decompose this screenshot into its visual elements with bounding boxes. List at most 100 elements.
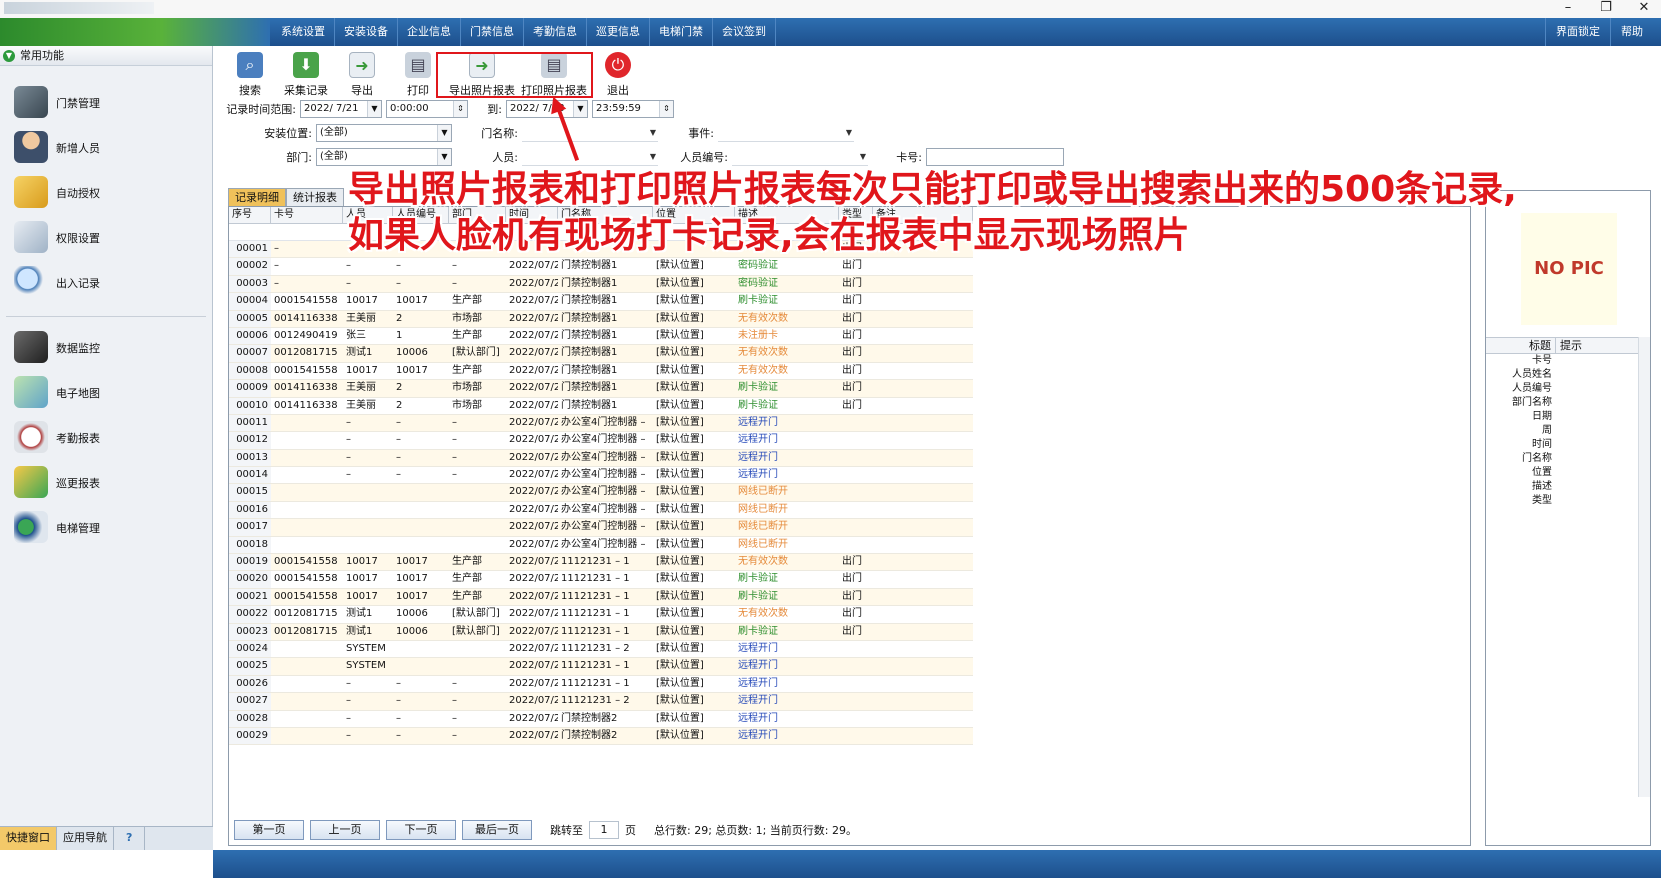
prev-page-button[interactable]: 上一页 xyxy=(310,820,380,840)
exit-button[interactable]: ⏻ 退出 xyxy=(590,50,646,98)
table-row[interactable]: 00019 0001541558 10017 10017 生产部 2022/07/2 111… xyxy=(229,554,973,572)
table-cell xyxy=(873,380,973,396)
table-row[interactable]: 00029 – – – 2022/07/2 门禁控制器2 [默认位置] 远程开门 xyxy=(229,727,973,746)
annotation-line-2: 如果人脸机有现场打卡记录,会在报表中显示现场照片 xyxy=(348,215,1190,256)
time-from-input[interactable]: 0:00:00 ⇕ xyxy=(386,100,468,118)
department-select[interactable]: (全部) ▼ xyxy=(316,148,452,166)
table-cell xyxy=(839,658,873,674)
menu-item-install[interactable]: 安装设备 xyxy=(335,18,398,46)
sidebar-item-patrol-report[interactable]: 巡更报表 xyxy=(0,460,212,505)
person-select[interactable]: ▼ xyxy=(522,148,658,166)
search-button[interactable]: ⌕ 搜索 xyxy=(222,50,278,98)
table-cell xyxy=(839,676,873,692)
menu-item-access[interactable]: 门禁信息 xyxy=(461,18,524,46)
sidebar-divider xyxy=(6,305,206,317)
table-row[interactable]: 00012 – – – 2022/07/2 办公室4门控制器 – [默认位置] 远程开门 xyxy=(229,432,973,450)
col-header[interactable]: 序号 xyxy=(229,207,271,223)
sidebar-item-elevator[interactable]: 电梯管理 xyxy=(0,505,212,550)
table-row[interactable]: 00024 SYSTEM 2022/07/2 11121231 – 2 [默认位置] 远程… xyxy=(229,640,973,659)
table-cell: 0012490419 xyxy=(274,329,338,341)
event-select[interactable]: ▼ xyxy=(718,124,854,142)
help-button[interactable]: 帮助 xyxy=(1610,18,1653,46)
menu-item-patrol[interactable]: 巡更信息 xyxy=(587,18,650,46)
sidebar-item-access-control[interactable]: 门禁管理 xyxy=(0,80,212,125)
close-button[interactable]: ✕ xyxy=(1635,0,1653,18)
table-cell: – xyxy=(452,416,457,428)
sidebar-item-map[interactable]: 电子地图 xyxy=(0,370,212,415)
table-row[interactable]: 00007 0012081715 测试1 10006 [默认部门] 2022/07/2 门禁… xyxy=(229,345,973,363)
table-row[interactable]: 00028 – – – 2022/07/2 门禁控制器2 [默认位置] 远程开门 xyxy=(229,710,973,728)
menu-item-system[interactable]: 系统设置 xyxy=(272,18,335,46)
table-cell xyxy=(449,641,506,657)
table-cell xyxy=(393,502,449,518)
time-spin-icon[interactable]: ⇕ xyxy=(659,101,673,117)
table-row[interactable]: 00002– – – –2022/07/2 门禁控制器1 [默认位置] 密码验证 出门 xyxy=(229,258,973,276)
table-row[interactable]: 00023 0012081715 测试1 10006 [默认部门] 2022/07/2 11… xyxy=(229,623,973,641)
sidebar-header[interactable]: ▼ 常用功能 xyxy=(0,46,212,66)
table-cell xyxy=(873,311,973,327)
sidebar-item-auto-authorize[interactable]: 自动授权 xyxy=(0,170,212,215)
menu-item-enterprise[interactable]: 企业信息 xyxy=(398,18,461,46)
sidebar-item-add-person[interactable]: 新增人员 xyxy=(0,125,212,170)
table-row[interactable]: 00013 – – – 2022/07/2 办公室4门控制器 – [默认位置] 远程开门 xyxy=(229,449,973,468)
calendar-dropdown-icon[interactable]: ▼ xyxy=(573,101,587,117)
table-row[interactable]: 00005 0014116338 王美丽 2 市场部 2022/07/2 门禁控制器1 [默认… xyxy=(229,310,973,328)
table-row[interactable]: 00015 2022/07/2 办公室4门控制器 – [默认位置] 网线已断开 xyxy=(229,484,973,502)
collect-records-button[interactable]: ⬇ 采集记录 xyxy=(278,50,334,98)
page-input[interactable]: 1 xyxy=(589,821,619,839)
date-from-input[interactable]: 2022/ 7/21 ▼ xyxy=(300,100,382,118)
last-page-button[interactable]: 最后一页 xyxy=(462,820,532,840)
tab-record-detail[interactable]: 记录明细 xyxy=(228,188,286,206)
calendar-dropdown-icon[interactable]: ▼ xyxy=(367,101,381,117)
table-row[interactable]: 00018 2022/07/2 办公室4门控制器 – [默认位置] 网线已断开 xyxy=(229,536,973,555)
time-to-input[interactable]: 23:59:59 ⇕ xyxy=(592,100,674,118)
table-row[interactable]: 00025 SYSTEM 2022/07/2 11121231 – 1 [默认位置] 远程… xyxy=(229,658,973,676)
sidebar-item-attendance-report[interactable]: 考勤报表 xyxy=(0,415,212,460)
time-spin-icon[interactable]: ⇕ xyxy=(453,101,467,117)
sidebar-item-permissions[interactable]: 权限设置 xyxy=(0,215,212,260)
minimize-button[interactable]: – xyxy=(1559,0,1577,18)
sidebar-item-access-records[interactable]: 出入记录 xyxy=(0,260,212,305)
lock-ui-button[interactable]: 界面锁定 xyxy=(1545,18,1610,46)
table-row[interactable]: 00021 0001541558 10017 10017 生产部 2022/07/2 111… xyxy=(229,588,973,607)
door-name-select[interactable]: ▼ xyxy=(522,124,658,142)
table-row[interactable]: 00009 0014116338 王美丽 2 市场部 2022/07/2 门禁控制器1 [默认… xyxy=(229,380,973,398)
menu-item-elevator[interactable]: 电梯门禁 xyxy=(650,18,713,46)
sidebar-item-monitor[interactable]: 数据监控 xyxy=(0,325,212,370)
table-row[interactable]: 00026 – – – 2022/07/2 11121231 – 1 [默认位置] 远程开门 xyxy=(229,675,973,694)
table-row[interactable]: 00016 2022/07/2 办公室4门控制器 – [默认位置] 网线已断开 xyxy=(229,501,973,520)
table-cell: [默认位置] xyxy=(656,382,704,394)
table-row[interactable]: 00027 – – – 2022/07/2 11121231 – 2 [默认位置] 远程开门 xyxy=(229,693,973,711)
menu-item-meeting[interactable]: 会议签到 xyxy=(713,18,776,46)
table-row[interactable]: 00010 0014116338 王美丽 2 市场部 2022/07/2 门禁控制器1 [默认… xyxy=(229,397,973,415)
help-icon[interactable]: ? xyxy=(114,827,146,850)
table-row[interactable]: 00008 0001541558 10017 10017 生产部 2022/07/2 门禁控… xyxy=(229,362,973,381)
first-page-button[interactable]: 第一页 xyxy=(234,820,304,840)
restore-button[interactable]: ❐ xyxy=(1597,0,1615,18)
table-row[interactable]: 00003– – – –2022/07/2 门禁控制器1 [默认位置] 密码验证 出门 xyxy=(229,275,973,294)
person-no-select[interactable]: ▼ xyxy=(732,148,868,166)
tab-shortcut-window[interactable]: 快捷窗口 xyxy=(0,827,57,850)
table-row[interactable]: 00017 2022/07/2 办公室4门控制器 – [默认位置] 网线已断开 xyxy=(229,519,973,537)
table-row[interactable]: 00011 – – – 2022/07/2 办公室4门控制器 – [默认位置] 远程开门 xyxy=(229,414,973,433)
table-cell: – xyxy=(452,712,457,724)
card-no-input[interactable] xyxy=(926,148,1064,166)
table-cell: 远程开门 xyxy=(738,416,778,428)
table-row[interactable]: 00014 – – – 2022/07/2 办公室4门控制器 – [默认位置] 远程开门 xyxy=(229,467,973,485)
next-page-button[interactable]: 下一页 xyxy=(386,820,456,840)
main-menu: 系统设置 安装设备 企业信息 门禁信息 考勤信息 巡更信息 电梯门禁 会议签到 xyxy=(272,18,776,46)
table-cell: 10006 xyxy=(396,608,428,620)
table-row[interactable]: 00004 0001541558 10017 10017 生产部 2022/07/2 门禁控… xyxy=(229,293,973,311)
tab-statistics[interactable]: 统计报表 xyxy=(286,188,344,206)
menu-item-attendance[interactable]: 考勤信息 xyxy=(524,18,587,46)
detail-field-label: 时间 xyxy=(1532,439,1552,450)
location-select[interactable]: (全部) ▼ xyxy=(316,124,452,142)
export-button[interactable]: ➜ 导出 xyxy=(334,50,390,98)
table-cell: 张三 xyxy=(346,329,366,341)
tab-app-nav[interactable]: 应用导航 xyxy=(57,827,114,850)
detail-scrollbar[interactable] xyxy=(1638,337,1650,797)
col-header[interactable]: 卡号 xyxy=(271,207,343,223)
table-row[interactable]: 00020 0001541558 10017 10017 生产部 2022/07/2 111… xyxy=(229,571,973,589)
table-row[interactable]: 00022 0012081715 测试1 10006 [默认部门] 2022/07/2 11… xyxy=(229,606,973,624)
table-row[interactable]: 00006 0012490419 张三 1 生产部 2022/07/2 门禁控制器1 [默认位… xyxy=(229,327,973,346)
